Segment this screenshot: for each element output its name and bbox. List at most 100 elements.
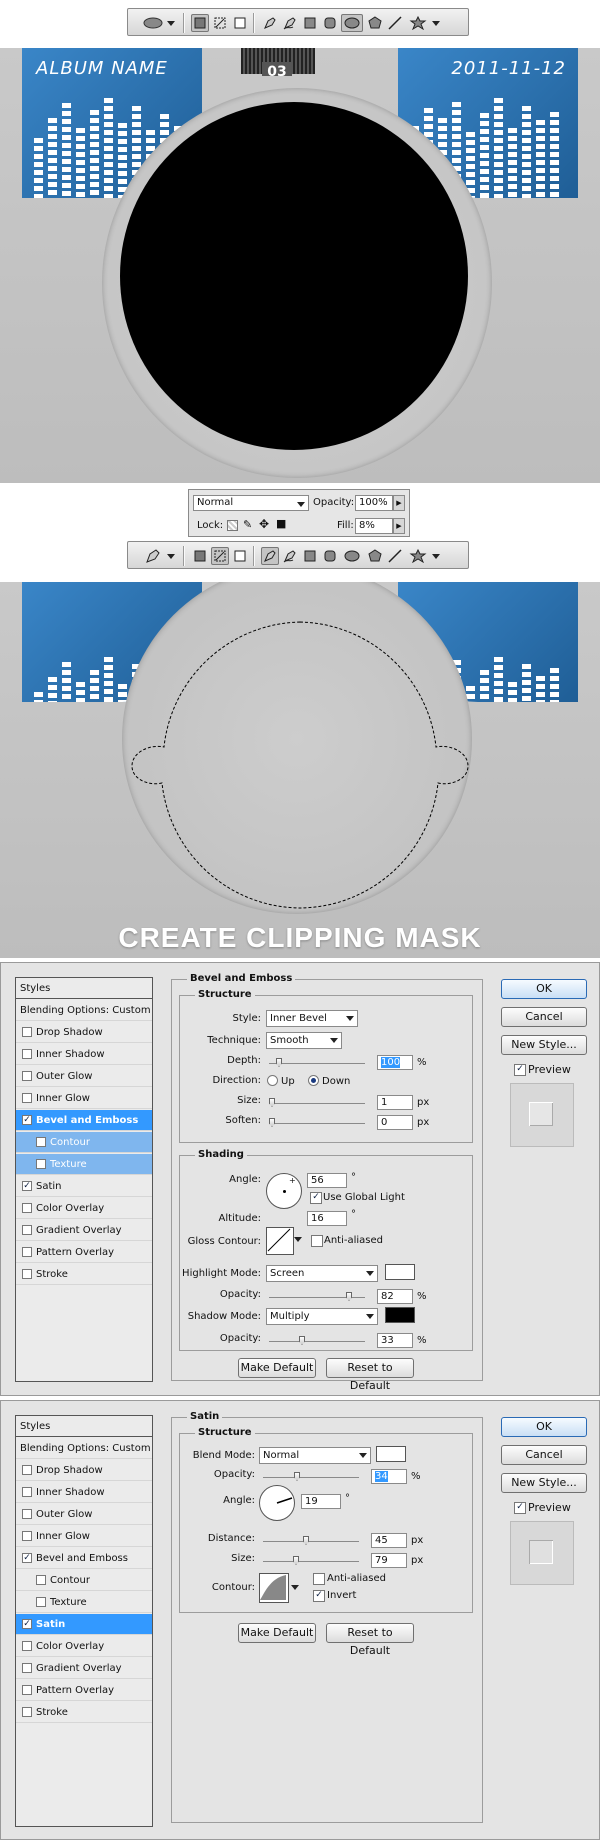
size-slider[interactable] bbox=[263, 1556, 359, 1565]
style-item-gradient-overlay[interactable]: Gradient Overlay bbox=[16, 1220, 152, 1241]
styles-header[interactable]: Styles bbox=[16, 1416, 152, 1437]
style-checkbox[interactable] bbox=[22, 1203, 32, 1213]
satin-color-swatch[interactable] bbox=[376, 1446, 406, 1462]
paths-icon[interactable] bbox=[211, 547, 229, 565]
styles-header[interactable]: Styles bbox=[16, 978, 152, 999]
style-checkbox[interactable] bbox=[36, 1575, 46, 1585]
style-item-inner-glow[interactable]: Inner Glow bbox=[16, 1526, 152, 1547]
fill-arrow-button[interactable]: ▶ bbox=[393, 518, 405, 534]
dropdown-arrow-icon[interactable] bbox=[166, 547, 176, 565]
fill-input[interactable]: 8% bbox=[355, 518, 393, 534]
style-checkbox[interactable] bbox=[22, 1071, 32, 1081]
style-checkbox[interactable] bbox=[22, 1269, 32, 1279]
style-item-contour[interactable]: Contour bbox=[16, 1570, 152, 1591]
ok-button[interactable]: OK bbox=[501, 979, 587, 999]
dropdown-arrow-icon[interactable] bbox=[291, 1585, 299, 1590]
ellipse-tool-icon[interactable] bbox=[142, 14, 164, 32]
size-input[interactable]: 79 bbox=[371, 1553, 407, 1568]
style-checkbox[interactable] bbox=[22, 1487, 32, 1497]
dropdown-arrow-icon[interactable] bbox=[294, 1237, 302, 1242]
depth-input[interactable]: 100 bbox=[377, 1055, 413, 1070]
soften-slider[interactable] bbox=[269, 1118, 365, 1127]
reset-to-default-button[interactable]: Reset to Default bbox=[326, 1358, 414, 1392]
use-global-light-checkbox[interactable]: ✓ bbox=[310, 1192, 322, 1204]
direction-up-radio[interactable] bbox=[267, 1075, 278, 1086]
blend-mode-select[interactable]: Normal bbox=[193, 495, 309, 511]
highlight-opacity-slider[interactable] bbox=[269, 1292, 365, 1301]
style-item-bevel-and-emboss[interactable]: ✓ Bevel and Emboss bbox=[16, 1110, 152, 1131]
size-input[interactable]: 1 bbox=[377, 1095, 413, 1110]
style-checkbox[interactable]: ✓ bbox=[22, 1619, 32, 1629]
style-item-drop-shadow[interactable]: Drop Shadow bbox=[16, 1022, 152, 1043]
angle-input[interactable]: 19 bbox=[301, 1494, 341, 1509]
lock-all-icon[interactable]: ■ bbox=[276, 517, 286, 530]
gloss-contour-picker[interactable] bbox=[266, 1227, 294, 1255]
style-checkbox[interactable] bbox=[22, 1465, 32, 1475]
cancel-button[interactable]: Cancel bbox=[501, 1445, 587, 1465]
preview-checkbox[interactable]: ✓ bbox=[514, 1502, 526, 1514]
style-item-contour[interactable]: Contour bbox=[16, 1132, 152, 1153]
style-checkbox[interactable] bbox=[22, 1049, 32, 1059]
style-checkbox[interactable] bbox=[22, 1663, 32, 1673]
shadow-color-swatch[interactable] bbox=[385, 1307, 415, 1323]
style-item-bevel-and-emboss[interactable]: ✓ Bevel and Emboss bbox=[16, 1548, 152, 1569]
dropdown-arrow-icon[interactable] bbox=[431, 547, 441, 565]
depth-slider[interactable] bbox=[269, 1058, 365, 1067]
technique-select[interactable]: Smooth bbox=[266, 1032, 342, 1049]
freeform-pen-icon[interactable] bbox=[281, 547, 299, 565]
style-checkbox[interactable]: ✓ bbox=[22, 1181, 32, 1191]
style-item-inner-shadow[interactable]: Inner Shadow bbox=[16, 1044, 152, 1065]
angle-input[interactable]: 56 bbox=[307, 1173, 347, 1188]
style-item-stroke[interactable]: Stroke bbox=[16, 1264, 152, 1285]
opacity-slider[interactable] bbox=[263, 1472, 359, 1481]
rectangle-icon[interactable] bbox=[301, 547, 319, 565]
style-item-outer-glow[interactable]: Outer Glow bbox=[16, 1504, 152, 1525]
style-checkbox[interactable] bbox=[22, 1641, 32, 1651]
polygon-icon[interactable] bbox=[366, 14, 384, 32]
style-checkbox[interactable] bbox=[22, 1247, 32, 1257]
style-item-outer-glow[interactable]: Outer Glow bbox=[16, 1066, 152, 1087]
style-item-satin[interactable]: ✓ Satin bbox=[16, 1176, 152, 1197]
style-item-color-overlay[interactable]: Color Overlay bbox=[16, 1198, 152, 1219]
new-style-button[interactable]: New Style... bbox=[501, 1473, 587, 1493]
style-checkbox[interactable] bbox=[22, 1093, 32, 1103]
make-default-button[interactable]: Make Default bbox=[238, 1358, 316, 1378]
dropdown-arrow-icon[interactable] bbox=[166, 14, 176, 32]
freeform-pen-icon[interactable] bbox=[281, 14, 299, 32]
style-item-inner-shadow[interactable]: Inner Shadow bbox=[16, 1482, 152, 1503]
line-icon[interactable] bbox=[386, 547, 404, 565]
style-checkbox[interactable] bbox=[22, 1707, 32, 1717]
style-item-inner-glow[interactable]: Inner Glow bbox=[16, 1088, 152, 1109]
style-item-color-overlay[interactable]: Color Overlay bbox=[16, 1636, 152, 1657]
fill-pixels-icon[interactable] bbox=[231, 14, 249, 32]
shape-layers-icon[interactable] bbox=[191, 547, 209, 565]
style-select[interactable]: Inner Bevel bbox=[266, 1010, 358, 1027]
opacity-arrow-button[interactable]: ▶ bbox=[393, 495, 405, 511]
angle-dial[interactable]: + bbox=[266, 1173, 302, 1209]
ellipse-icon[interactable] bbox=[341, 547, 363, 565]
fill-pixels-icon[interactable] bbox=[231, 547, 249, 565]
shadow-opacity-input[interactable]: 33 bbox=[377, 1333, 413, 1348]
new-style-button[interactable]: New Style... bbox=[501, 1035, 587, 1055]
style-checkbox[interactable] bbox=[36, 1597, 46, 1607]
rectangle-icon[interactable] bbox=[301, 14, 319, 32]
style-item-gradient-overlay[interactable]: Gradient Overlay bbox=[16, 1658, 152, 1679]
opacity-input[interactable]: 100% bbox=[355, 495, 393, 511]
style-checkbox[interactable] bbox=[22, 1531, 32, 1541]
style-item-satin[interactable]: ✓ Satin bbox=[16, 1614, 152, 1635]
custom-shape-icon[interactable] bbox=[406, 14, 430, 32]
blending-options-item[interactable]: Blending Options: Custom bbox=[16, 1000, 152, 1021]
style-checkbox[interactable] bbox=[22, 1225, 32, 1235]
rounded-rectangle-icon[interactable] bbox=[321, 547, 339, 565]
lock-move-icon[interactable]: ✥ bbox=[259, 517, 269, 531]
distance-slider[interactable] bbox=[263, 1536, 359, 1545]
direction-down-radio[interactable] bbox=[308, 1075, 319, 1086]
shape-layers-icon[interactable] bbox=[191, 14, 209, 32]
preview-checkbox[interactable]: ✓ bbox=[514, 1064, 526, 1076]
style-checkbox[interactable] bbox=[22, 1685, 32, 1695]
style-item-texture[interactable]: Texture bbox=[16, 1154, 152, 1175]
altitude-input[interactable]: 16 bbox=[307, 1211, 347, 1226]
size-slider[interactable] bbox=[269, 1098, 365, 1107]
paths-icon[interactable] bbox=[211, 14, 229, 32]
anti-aliased-checkbox[interactable] bbox=[311, 1235, 323, 1247]
